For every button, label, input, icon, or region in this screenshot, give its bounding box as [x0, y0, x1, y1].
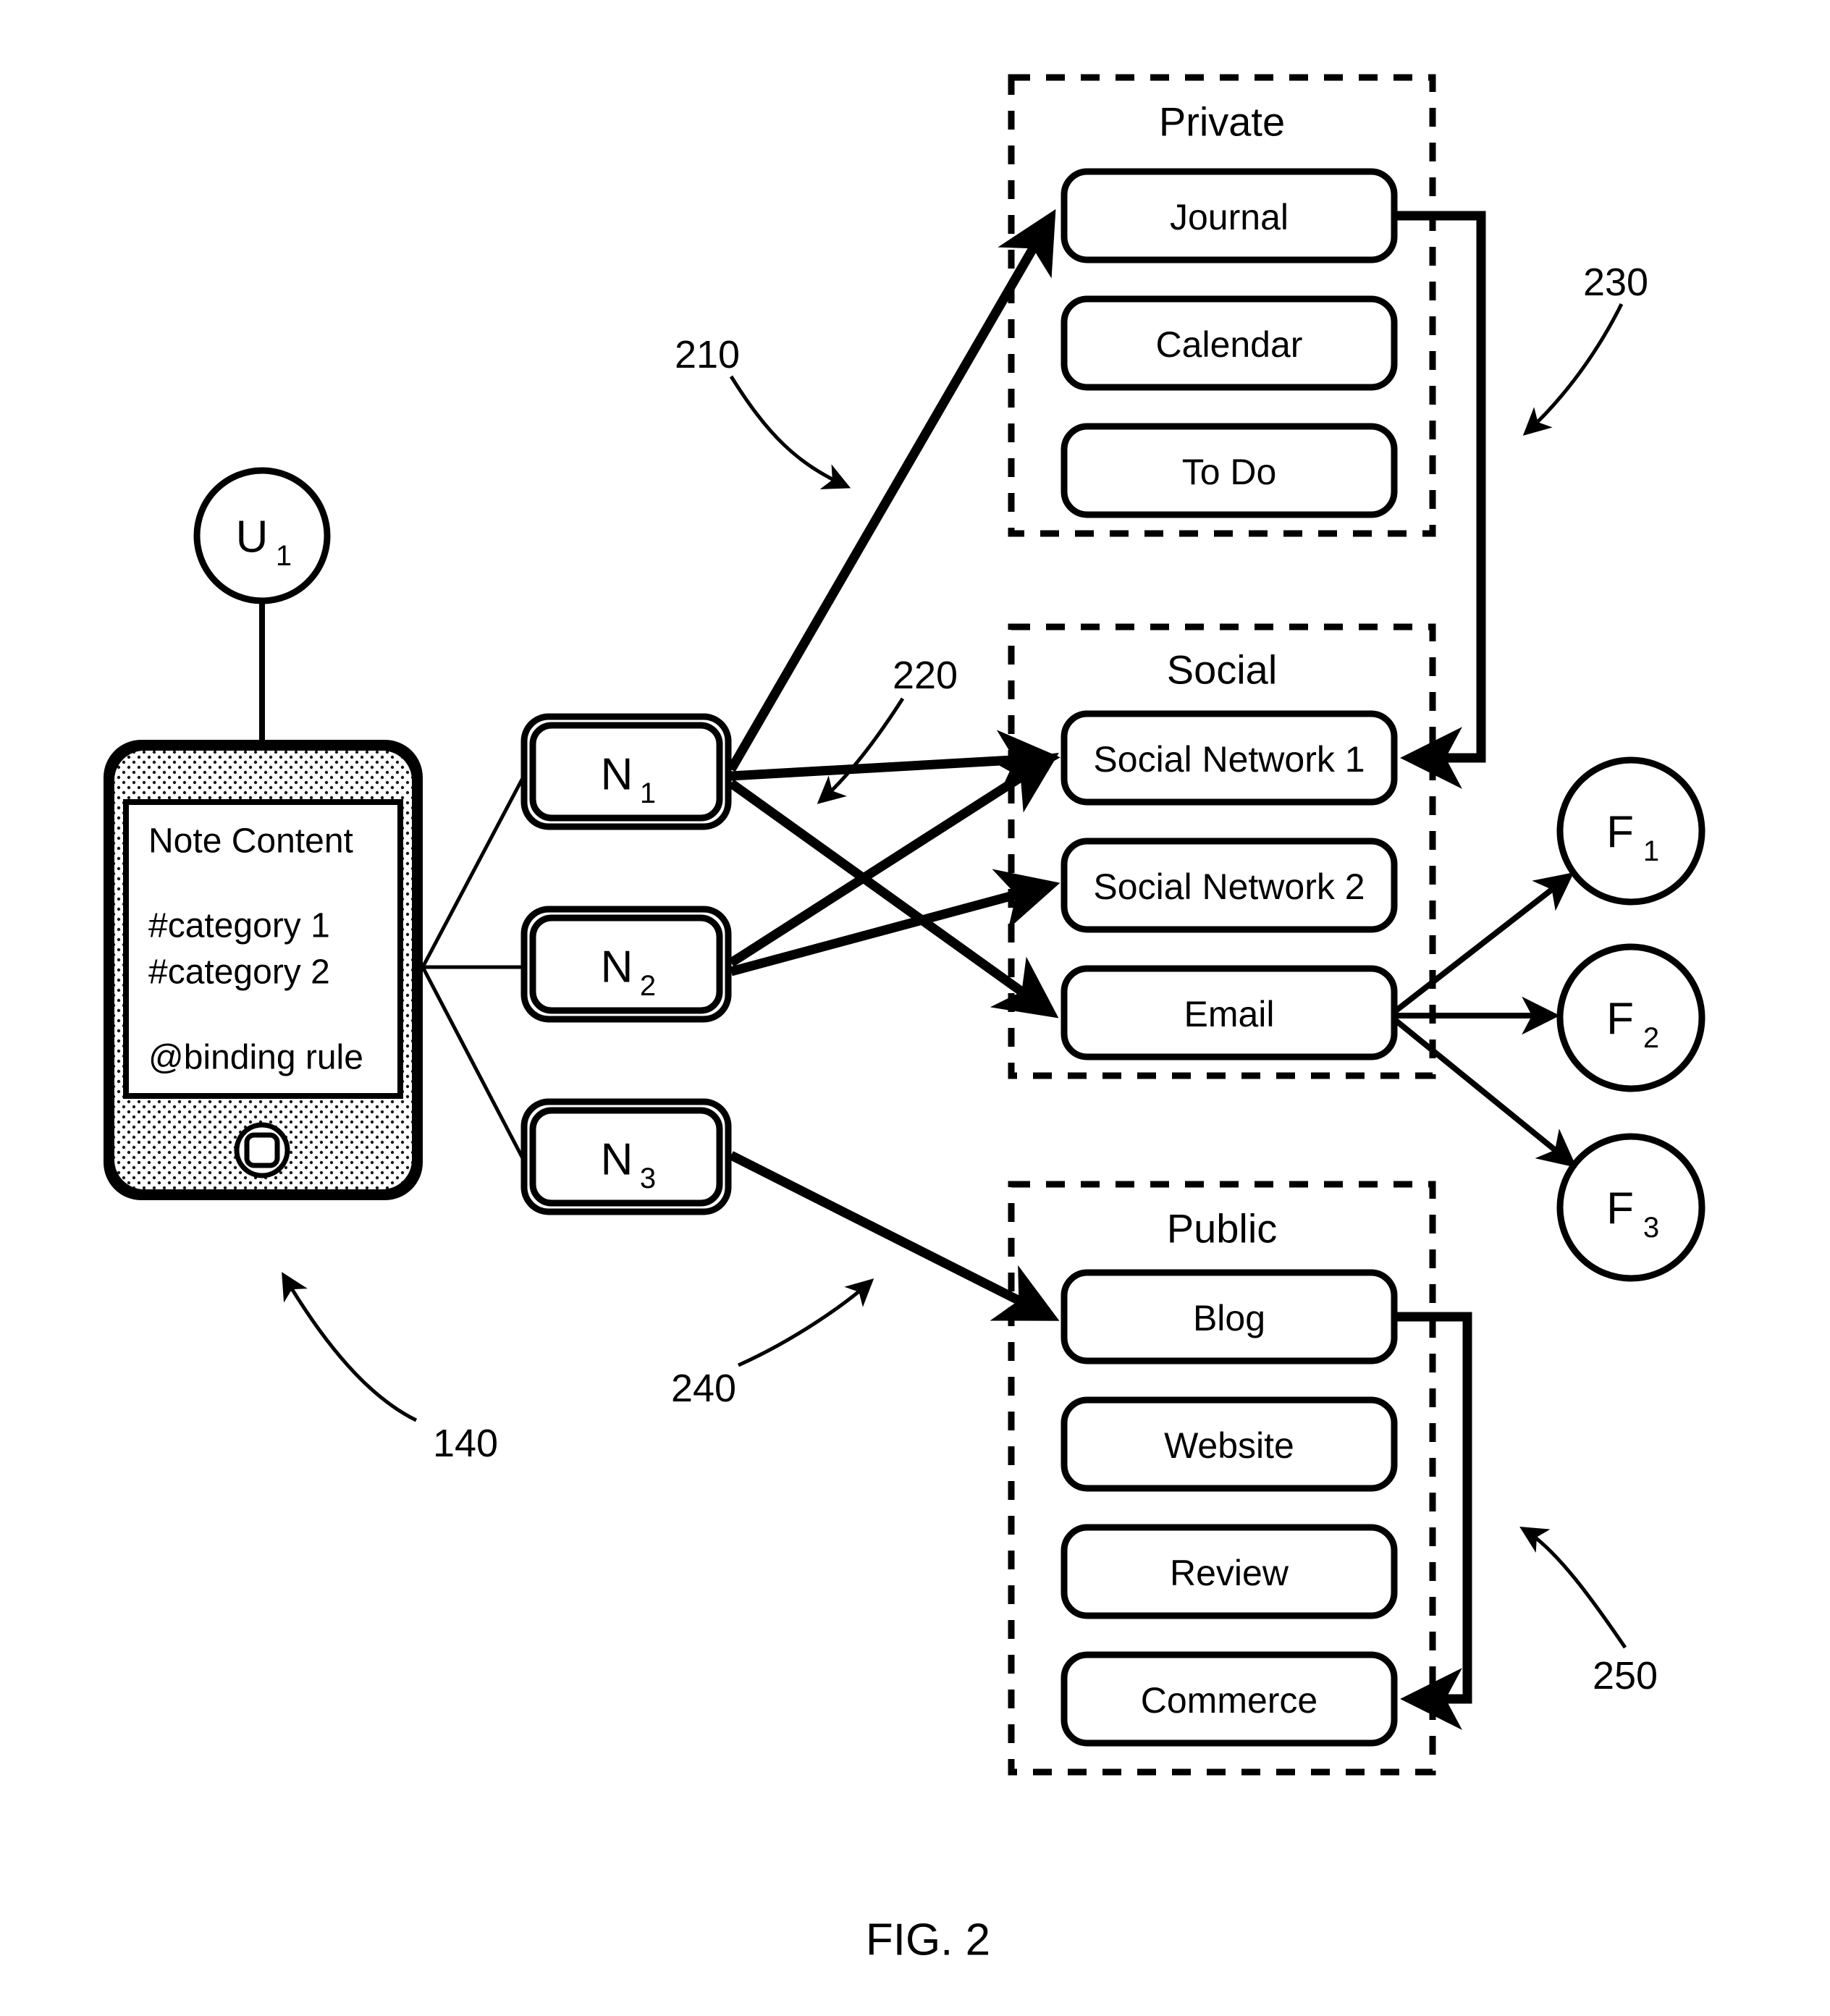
smartphone-icon[interactable]: Note Content #category 1 #category 2 @bi… [104, 740, 423, 1200]
ref-numeral-230: 230 [1583, 261, 1648, 304]
group-public-item-website[interactable]: Website [1061, 1396, 1398, 1492]
note-node-n2-subscript: 2 [640, 970, 656, 1002]
friend-label-f1-subscript: 1 [1643, 835, 1659, 867]
item-label-commerce: Commerce [1141, 1680, 1317, 1721]
home-button-icon[interactable] [234, 1122, 290, 1178]
ref-numeral-210: 210 [675, 333, 740, 376]
note-node-n2-label: N [601, 942, 633, 992]
item-label-blog: Blog [1193, 1298, 1265, 1338]
friend-node-f3[interactable]: F 3 [1556, 1133, 1705, 1282]
note-title: Note Content [148, 822, 353, 861]
group-public-title: Public [1167, 1206, 1278, 1252]
ref-numeral-240: 240 [671, 1367, 736, 1410]
group-private-item-todo[interactable]: To Do [1061, 423, 1398, 518]
group-public-item-blog[interactable]: Blog [1061, 1269, 1398, 1365]
friend-node-f2[interactable]: F 2 [1556, 943, 1705, 1092]
arrow-email-to-f1 [1392, 872, 1574, 1015]
group-public-item-review[interactable]: Review [1061, 1524, 1398, 1619]
arrow-journal-to-social-network-1 [1394, 211, 1486, 789]
note-node-n3[interactable]: N 3 [520, 1098, 732, 1215]
group-private-item-calendar[interactable]: Calendar [1061, 295, 1398, 391]
arrow-n1-to-journal [727, 208, 1056, 772]
group-social-item-social-network-2[interactable]: Social Network 2 [1061, 838, 1398, 933]
user-label-subscript: 1 [276, 540, 292, 572]
figure-canvas: U 1 Note Content #category 1 #category 2… [104, 74, 1705, 1965]
group-private-title: Private [1159, 99, 1285, 145]
group-private-item-journal[interactable]: Journal [1061, 168, 1398, 263]
item-label-calendar: Calendar [1156, 324, 1303, 365]
leader-arrow-210 [729, 375, 851, 489]
connector-device-n1 [421, 777, 525, 969]
item-label-social-network-1: Social Network 1 [1093, 739, 1365, 780]
item-label-website: Website [1164, 1425, 1294, 1466]
connector-device-n3 [421, 966, 525, 1160]
group-social: Social Social Network 1 Social Network 2… [1008, 623, 1436, 1079]
friend-node-f1[interactable]: F 1 [1556, 756, 1705, 906]
friend-label-f3: F [1606, 1184, 1634, 1234]
note-binding-rule: @binding rule [148, 1039, 363, 1077]
item-label-todo: To Do [1182, 452, 1277, 492]
note-node-n1[interactable]: N 1 [520, 713, 732, 830]
group-social-item-email[interactable]: Email [1061, 965, 1398, 1060]
item-label-journal: Journal [1170, 197, 1289, 237]
user-node[interactable]: U 1 [193, 467, 331, 604]
figure-caption: FIG. 2 [866, 1915, 990, 1965]
user-label: U [236, 513, 269, 562]
leader-arrow-140 [282, 1272, 418, 1422]
group-social-title: Social [1167, 647, 1278, 693]
ref-numeral-220: 220 [893, 654, 958, 697]
arrow-n3-to-blog [729, 1151, 1060, 1321]
friend-label-f2-subscript: 2 [1643, 1022, 1659, 1054]
leader-arrow-250 [1519, 1527, 1627, 1649]
group-public: Public Blog Website Review Commerce [1008, 1181, 1436, 1776]
note-category-1: #category 1 [148, 907, 330, 945]
note-node-n1-subscript: 1 [640, 777, 656, 809]
note-node-n3-subscript: 3 [640, 1163, 656, 1194]
item-label-social-network-2: Social Network 2 [1093, 866, 1365, 907]
note-category-2: #category 2 [148, 953, 330, 992]
leader-arrow-240 [737, 1278, 874, 1367]
group-private: Private Journal Calendar To Do [1008, 74, 1436, 537]
arrow-n1-to-social-network-1 [730, 730, 1061, 792]
note-node-n3-label: N [601, 1135, 633, 1185]
item-label-email: Email [1184, 994, 1274, 1034]
leader-arrow-220 [817, 697, 905, 804]
patent-figure-2: U 1 Note Content #category 1 #category 2… [0, 0, 1830, 2016]
note-node-n1-label: N [601, 750, 633, 800]
note-node-n2[interactable]: N 2 [520, 906, 732, 1023]
arrow-email-to-f3 [1392, 1016, 1577, 1168]
ref-numeral-250: 250 [1593, 1654, 1658, 1697]
group-public-item-commerce[interactable]: Commerce [1061, 1651, 1398, 1747]
friend-label-f3-subscript: 3 [1643, 1212, 1659, 1244]
friend-label-f1: F [1606, 808, 1634, 858]
friend-label-f2: F [1606, 995, 1634, 1045]
item-label-review: Review [1170, 1553, 1289, 1593]
leader-arrow-230 [1522, 303, 1624, 436]
device-to-notes-connectors [421, 777, 525, 1160]
group-social-item-social-network-1[interactable]: Social Network 1 [1061, 710, 1398, 806]
ref-numeral-140: 140 [433, 1422, 498, 1465]
